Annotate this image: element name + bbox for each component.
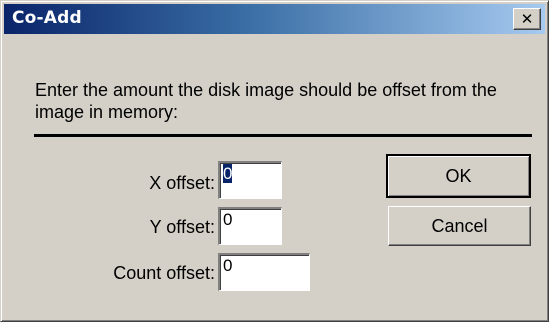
close-icon: ✕ — [520, 10, 534, 28]
cancel-button[interactable]: Cancel — [388, 206, 531, 246]
count-offset-value: 0 — [223, 256, 233, 275]
y-offset-input[interactable]: 0 — [218, 207, 282, 245]
x-offset-input[interactable]: 0 — [218, 161, 282, 199]
close-button[interactable]: ✕ — [513, 8, 541, 30]
dialog-title: Co-Add — [12, 8, 82, 28]
y-offset-label: Y offset: — [149, 217, 215, 237]
cancel-button-label: Cancel — [431, 215, 488, 236]
count-offset-input[interactable]: 0 — [218, 253, 310, 291]
ok-button[interactable]: OK — [386, 154, 531, 198]
x-offset-value: 0 — [223, 164, 233, 183]
y-offset-value: 0 — [223, 210, 233, 229]
title-bar[interactable]: Co-Add ✕ — [4, 4, 545, 34]
ok-button-label: OK — [445, 165, 472, 186]
x-offset-label: X offset: — [149, 173, 215, 193]
co-add-dialog: Co-Add ✕ Enter the amount the disk image… — [0, 0, 549, 322]
count-offset-label: Count offset: — [113, 263, 215, 283]
divider-line — [34, 134, 532, 137]
instruction-text: Enter the amount the disk image should b… — [35, 80, 497, 122]
